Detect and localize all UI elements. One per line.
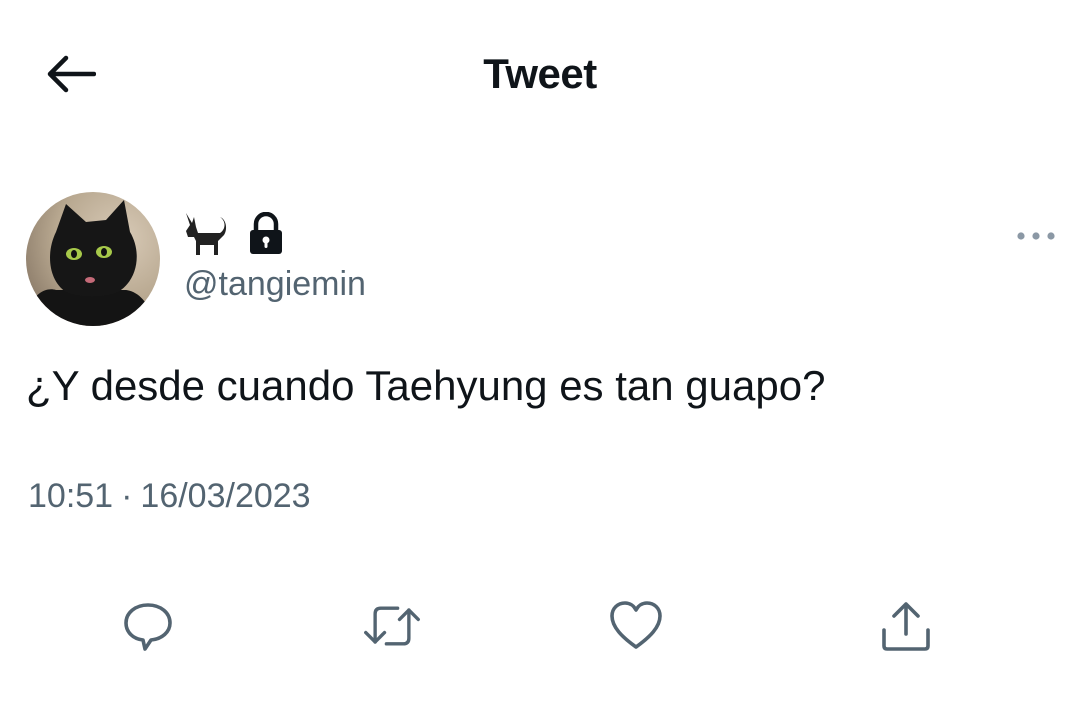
retweet-button[interactable] xyxy=(362,596,422,656)
tweet-text: ¿Y desde cuando Taehyung es tan guapo? xyxy=(26,362,826,409)
black-cat-avatar xyxy=(26,192,160,326)
tweet-timestamp[interactable]: 10:51 · 16/03/2023 xyxy=(28,476,311,516)
meta-separator: · xyxy=(121,477,133,515)
more-horizontal-icon xyxy=(1017,232,1055,240)
like-icon xyxy=(610,601,662,649)
tweet-date: 16/03/2023 xyxy=(140,477,311,515)
tweet-time: 10:51 xyxy=(28,477,114,515)
share-button[interactable] xyxy=(876,596,936,656)
avatar[interactable] xyxy=(26,192,160,326)
display-name[interactable] xyxy=(182,210,286,258)
author-handle[interactable]: @tangiemin xyxy=(184,264,366,304)
page-title: Tweet xyxy=(483,50,597,97)
lock-icon xyxy=(250,212,282,254)
black-cat-emoji xyxy=(186,213,227,255)
share-icon xyxy=(882,602,930,651)
retweet-icon xyxy=(364,606,420,646)
more-options-button[interactable] xyxy=(1014,222,1058,250)
like-button[interactable] xyxy=(606,596,666,656)
reply-button[interactable] xyxy=(118,596,178,656)
reply-icon xyxy=(124,603,172,651)
